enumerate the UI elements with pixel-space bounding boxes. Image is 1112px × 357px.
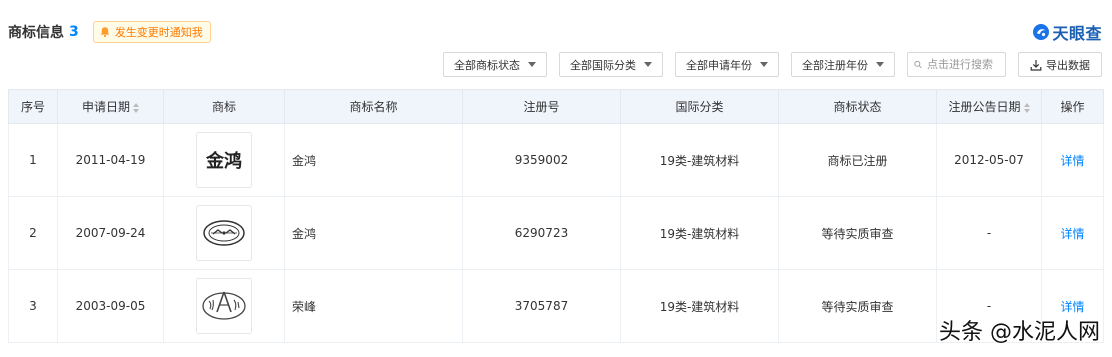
cell-reg-no: 9359002: [462, 123, 621, 197]
filter-reg-year-dropdown[interactable]: 全部注册年份: [791, 52, 895, 77]
col-header-status: 商标状态: [778, 89, 937, 124]
cell-reg-no: 6290723: [462, 196, 621, 270]
col-header-logo: 商标: [163, 89, 285, 124]
cell-name: 金鸿: [284, 123, 463, 197]
search-input[interactable]: [927, 58, 999, 71]
table-header-row: 序号 申请日期 商标 商标名称 注册号 国际分类 商标状态 注册公告日期 操作: [8, 89, 1104, 124]
filter-label: 全部申请年份: [686, 58, 752, 72]
trademark-image[interactable]: 金鸿: [196, 132, 252, 188]
cell-status: 商标已注册: [778, 123, 937, 197]
col-header-category: 国际分类: [620, 89, 779, 124]
brand-logo: 天眼查: [1032, 20, 1102, 44]
detail-link[interactable]: 详情: [1060, 154, 1084, 168]
filter-label: 全部国际分类: [570, 58, 636, 72]
cell-index: 1: [8, 123, 58, 197]
col-header-pub-date[interactable]: 注册公告日期: [936, 89, 1042, 124]
col-header-apply-date[interactable]: 申请日期: [57, 89, 164, 124]
filter-label: 全部商标状态: [454, 58, 520, 72]
col-header-index: 序号: [8, 89, 58, 124]
mountain-emblem-logo-icon: [202, 291, 246, 320]
cell-logo: 金鸿: [163, 123, 285, 197]
bell-icon: [100, 27, 109, 38]
cell-apply-date: 2003-09-05: [57, 269, 164, 343]
tianyancha-logo-icon: [1033, 24, 1050, 40]
caret-down-icon: [528, 62, 536, 67]
cell-name: 金鸿: [284, 196, 463, 270]
notify-button[interactable]: 发生变更时通知我: [92, 21, 211, 43]
cell-reg-no: 3705787: [462, 269, 621, 343]
caret-down-icon: [644, 62, 652, 67]
search-icon: [914, 60, 922, 69]
export-button[interactable]: 导出数据: [1018, 52, 1102, 77]
detail-link[interactable]: 详情: [1060, 227, 1084, 241]
cell-status: 等待实质审查: [778, 196, 937, 270]
cell-apply-date: 2011-04-19: [57, 123, 164, 197]
table-row: 2 2007-09-24 金鸿 6290723 19类-建筑材料 等待实质审查 …: [8, 196, 1104, 270]
cell-index: 3: [8, 269, 58, 343]
cell-pub-date: -: [936, 196, 1042, 270]
oval-emblem-logo-icon: [203, 220, 245, 246]
export-label: 导出数据: [1046, 58, 1090, 72]
trademark-image[interactable]: [196, 278, 252, 334]
section-count: 3: [69, 24, 79, 40]
search-box[interactable]: [907, 52, 1006, 77]
cell-action: 详情: [1041, 123, 1104, 197]
table-row: 1 2011-04-19 金鸿 金鸿 9359002 19类-建筑材料 商标已注…: [8, 123, 1104, 197]
cell-status: 等待实质审查: [778, 269, 937, 343]
col-header-name: 商标名称: [284, 89, 463, 124]
sort-icon[interactable]: [1023, 102, 1030, 113]
cell-logo: [163, 196, 285, 270]
section-header: 商标信息 3 发生变更时通知我: [8, 20, 211, 44]
export-icon: [1030, 59, 1042, 71]
col-header-reg-no: 注册号: [462, 89, 621, 124]
cell-action: 详情: [1041, 196, 1104, 270]
trademark-table: 序号 申请日期 商标 商标名称 注册号 国际分类 商标状态 注册公告日期 操作 …: [8, 89, 1104, 343]
filter-status-dropdown[interactable]: 全部商标状态: [443, 52, 547, 77]
notify-label: 发生变更时通知我: [114, 26, 203, 39]
cell-category: 19类-建筑材料: [620, 269, 779, 343]
filter-category-dropdown[interactable]: 全部国际分类: [559, 52, 663, 77]
trademark-logo-text: 金鸿: [206, 151, 242, 172]
sort-icon[interactable]: [133, 102, 139, 113]
cell-category: 19类-建筑材料: [620, 123, 779, 197]
brand-name: 天眼查: [1052, 24, 1102, 43]
cell-apply-date: 2007-09-24: [57, 196, 164, 270]
col-header-label: 注册公告日期: [948, 100, 1021, 114]
cell-category: 19类-建筑材料: [620, 196, 779, 270]
cell-index: 2: [8, 196, 58, 270]
detail-link[interactable]: 详情: [1060, 300, 1084, 314]
col-header-action: 操作: [1041, 89, 1104, 124]
cell-pub-date: 2012-05-07: [936, 123, 1042, 197]
filter-label: 全部注册年份: [802, 58, 868, 72]
cell-logo: [163, 269, 285, 343]
section-title: 商标信息: [8, 25, 64, 41]
col-header-label: 申请日期: [81, 100, 130, 114]
cell-name: 荣峰: [284, 269, 463, 343]
filter-apply-year-dropdown[interactable]: 全部申请年份: [675, 52, 779, 77]
trademark-image[interactable]: [196, 205, 252, 261]
caret-down-icon: [876, 62, 884, 67]
caret-down-icon: [760, 62, 768, 67]
watermark-text: 头条 @水泥人网: [939, 320, 1100, 345]
toolbar: 全部商标状态 全部国际分类 全部申请年份 全部注册年份 导出数据: [431, 52, 1102, 77]
